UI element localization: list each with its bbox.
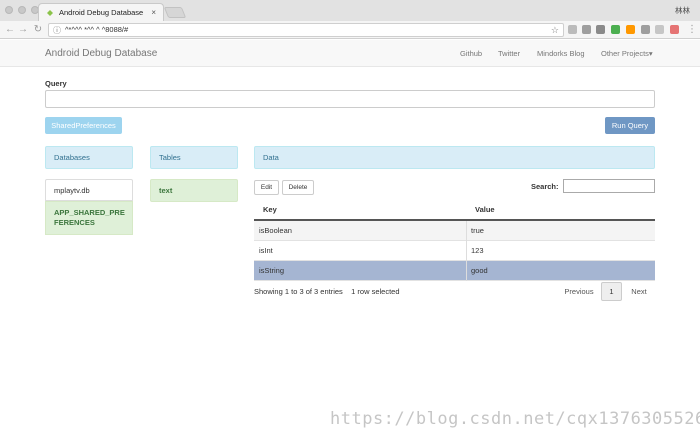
watermark: https://blog.csdn.net/cqx13763055264 — [330, 409, 700, 429]
pagination-page-1[interactable]: 1 — [601, 282, 622, 301]
extension-screen-icon[interactable] — [582, 25, 591, 34]
delete-button[interactable]: Delete — [282, 180, 314, 195]
entries-info: Showing 1 to 3 of 3 entries — [254, 287, 343, 296]
reload-icon[interactable]: ↻ — [32, 23, 44, 36]
android-icon — [46, 9, 54, 17]
browser-tab-strip: Android Debug Database × 林林 — [0, 0, 700, 21]
data-panel-header: Data — [254, 146, 655, 169]
search-input[interactable] — [563, 179, 655, 193]
tables-panel-header: Tables — [150, 146, 238, 169]
run-query-button[interactable]: Run Query — [605, 117, 655, 134]
nav-link-github[interactable]: Github — [460, 49, 482, 58]
query-label: Query — [45, 79, 67, 88]
bookmark-star-icon[interactable]: ☆ — [551, 24, 559, 36]
new-tab-button[interactable] — [163, 7, 187, 18]
databases-panel-header: Databases — [45, 146, 133, 169]
browser-tab[interactable]: Android Debug Database × — [38, 3, 164, 21]
selection-info: 1 row selected — [351, 287, 400, 296]
extension-grid-icon[interactable] — [596, 25, 605, 34]
table-row[interactable]: isBoolean true — [254, 221, 655, 241]
extension-gray-icon[interactable] — [655, 25, 664, 34]
info-icon[interactable]: ⓘ — [53, 25, 61, 37]
close-window-icon[interactable] — [5, 6, 13, 14]
cell-value: 123 — [471, 246, 484, 255]
column-divider — [466, 221, 467, 241]
column-divider — [466, 261, 467, 281]
extension-glasses-icon[interactable] — [670, 25, 679, 34]
app-navbar: Android Debug Database Github Twitter Mi… — [0, 40, 700, 67]
database-item-mplaytv[interactable]: mplaytv.db — [45, 179, 133, 201]
extension-shield-icon[interactable] — [568, 25, 577, 34]
pagination-previous[interactable]: Previous — [560, 282, 598, 301]
query-input[interactable] — [45, 90, 655, 108]
back-icon[interactable]: ← — [4, 23, 16, 36]
minimize-window-icon[interactable] — [18, 6, 26, 14]
extension-send-icon[interactable] — [641, 25, 650, 34]
table-row[interactable]: isInt 123 — [254, 241, 655, 261]
search-label: Search: — [531, 182, 559, 191]
cell-value: good — [471, 266, 488, 275]
edit-button[interactable]: Edit — [254, 180, 279, 195]
profile-name[interactable]: 林林 — [675, 5, 690, 16]
cell-key: isString — [259, 266, 285, 275]
cell-key: isInt — [259, 246, 273, 255]
extension-orange-icon[interactable] — [626, 25, 635, 34]
table-row-selected[interactable]: isString good — [254, 261, 655, 281]
address-text: ^*^^^ *^^ ^ ^8088/# — [65, 25, 129, 34]
cell-key: isBoolean — [259, 226, 292, 235]
forward-icon[interactable]: → — [17, 23, 29, 36]
extension-green-shield-icon[interactable] — [611, 25, 620, 34]
column-header-key[interactable]: Key — [263, 205, 277, 214]
table-info: Showing 1 to 3 of 3 entries 1 row select… — [254, 287, 400, 296]
nav-link-mindorks-blog[interactable]: Mindorks Blog — [537, 49, 585, 58]
tab-title: Android Debug Database — [59, 8, 144, 17]
shared-preferences-button[interactable]: SharedPreferences — [45, 117, 122, 134]
pagination-next[interactable]: Next — [626, 282, 652, 301]
nav-link-other-projects[interactable]: Other Projects▾ — [601, 49, 653, 58]
column-header-value[interactable]: Value — [475, 205, 495, 214]
database-item-shared-preferences[interactable]: APP_SHARED_PRE FERENCES — [45, 201, 133, 235]
tab-close-icon[interactable]: × — [151, 8, 156, 17]
address-bar[interactable]: ⓘ ^*^^^ *^^ ^ ^8088/# ☆ — [48, 23, 564, 37]
menu-icon[interactable]: ⋮ — [686, 23, 698, 36]
navbar-brand[interactable]: Android Debug Database — [45, 48, 157, 59]
column-divider — [466, 241, 467, 261]
cell-value: true — [471, 226, 484, 235]
nav-link-twitter[interactable]: Twitter — [498, 49, 520, 58]
table-item-text[interactable]: text — [150, 179, 238, 202]
browser-toolbar: ← → ↻ ⓘ ^*^^^ *^^ ^ ^8088/# ☆ ⋮ — [0, 21, 700, 39]
